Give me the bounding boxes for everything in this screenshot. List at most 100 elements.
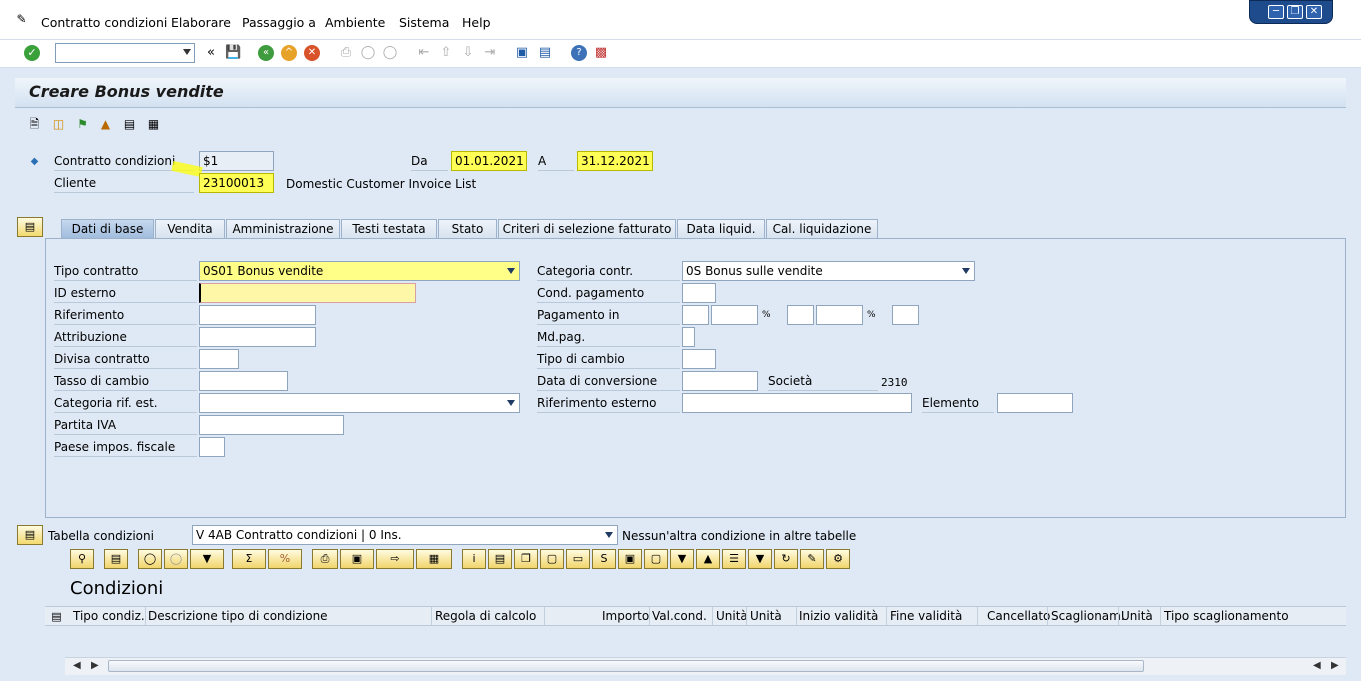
expand-conditions-button[interactable]: ▤: [17, 525, 43, 545]
scrollbar-thumb[interactable]: [108, 660, 1144, 672]
tab-testi-testata[interactable]: Testi testata: [341, 219, 437, 239]
restore-icon[interactable]: ❐: [1287, 5, 1303, 19]
shortcut-icon[interactable]: ▤: [537, 45, 553, 61]
find-icon[interactable]: ◯: [138, 549, 162, 569]
to-date-field[interactable]: 31.12.2021: [577, 151, 653, 171]
select-all-icon[interactable]: ▣: [618, 549, 642, 569]
scroll-left-end-icon[interactable]: ◀: [1313, 660, 1321, 671]
col-importo[interactable]: Importo: [602, 609, 649, 623]
help-icon[interactable]: ?: [571, 45, 587, 61]
layout-icon[interactable]: ▦: [416, 549, 452, 569]
col-fine-validita[interactable]: Fine validità: [890, 609, 962, 623]
sort-descending-icon[interactable]: ▼: [670, 549, 694, 569]
external-id-field[interactable]: [199, 283, 416, 303]
chevron-down-icon[interactable]: [605, 532, 613, 538]
payment-in-percent-2[interactable]: [816, 305, 863, 325]
customize-layout-icon[interactable]: ▩: [593, 45, 609, 61]
rate-type-field[interactable]: [682, 349, 716, 369]
export-icon[interactable]: ⇨: [376, 549, 414, 569]
chevron-down-icon[interactable]: [507, 400, 515, 406]
next-page-icon[interactable]: ⇩: [460, 45, 476, 61]
close-icon[interactable]: ✕: [1306, 5, 1322, 19]
align-icon[interactable]: ☰: [722, 549, 746, 569]
payment-in-percent-1[interactable]: [711, 305, 758, 325]
tab-dati-di-base[interactable]: Dati di base: [61, 219, 154, 239]
select-all-rows-icon[interactable]: ▤: [49, 609, 64, 624]
find-next-icon[interactable]: ◯: [164, 549, 188, 569]
payment-terms-field[interactable]: [682, 283, 716, 303]
refresh-icon[interactable]: ↻: [774, 549, 798, 569]
currency-field[interactable]: [199, 349, 239, 369]
edit-icon[interactable]: ✎: [800, 549, 824, 569]
col-unita-3[interactable]: Unità: [1121, 609, 1153, 623]
command-field[interactable]: [55, 43, 195, 63]
payment-in-days-3[interactable]: [892, 305, 919, 325]
previous-page-icon[interactable]: ⇧: [438, 45, 454, 61]
conditions-table-select[interactable]: V 4AB Contratto condizioni | 0 Ins.: [192, 525, 618, 545]
col-unita-2[interactable]: Unità: [750, 609, 782, 623]
menu-help[interactable]: Help: [462, 15, 491, 30]
col-val-cond[interactable]: Val.cond.: [652, 609, 707, 623]
menu-ambiente[interactable]: Ambiente: [325, 15, 385, 30]
contract-type-select[interactable]: 0S01 Bonus vendite: [199, 261, 520, 281]
col-tipo-condiz[interactable]: Tipo condiz.: [73, 609, 145, 623]
minimize-icon[interactable]: ─: [1268, 5, 1284, 19]
tab-stato[interactable]: Stato: [438, 219, 497, 239]
tab-cal-liquidazione[interactable]: Cal. liquidazione: [766, 219, 878, 239]
collapse-icon[interactable]: «: [203, 45, 219, 61]
chevron-down-icon[interactable]: [962, 268, 970, 274]
first-page-icon[interactable]: ⇤: [416, 45, 432, 61]
exchange-rate-field[interactable]: [199, 371, 288, 391]
config-icon[interactable]: ⚙: [826, 549, 850, 569]
vat-field[interactable]: [199, 415, 344, 435]
copy-row-icon[interactable]: ❐: [514, 549, 538, 569]
menu-passaggio-a[interactable]: Passaggio a: [242, 15, 316, 30]
settlement-material-icon[interactable]: ▤: [104, 549, 128, 569]
col-descrizione[interactable]: Descrizione tipo di condizione: [148, 609, 328, 623]
print-icon[interactable]: ⎙: [312, 549, 338, 569]
expand-header-button[interactable]: ▤: [17, 217, 43, 237]
filter-list-icon[interactable]: ▼: [748, 549, 772, 569]
tab-data-liquid[interactable]: Data liquid.: [677, 219, 765, 239]
find-next-icon[interactable]: ◯: [382, 45, 398, 61]
customer-field[interactable]: 23100013: [199, 173, 274, 193]
tax-country-field[interactable]: [199, 437, 225, 457]
chevron-down-icon[interactable]: [183, 49, 191, 55]
tab-criteri-selezione[interactable]: Criteri di selezione fatturato: [498, 219, 676, 239]
payment-method-field[interactable]: [682, 327, 695, 347]
conversion-date-field[interactable]: [682, 371, 758, 391]
menu-contratto-condizioni[interactable]: Contratto condizioni: [41, 15, 167, 30]
enter-icon[interactable]: ✓: [24, 45, 40, 61]
contract-category-select[interactable]: 0S Bonus sulle vendite: [682, 261, 975, 281]
list-icon[interactable]: ▤: [122, 117, 137, 132]
last-page-icon[interactable]: ⇥: [482, 45, 498, 61]
duplicate-icon[interactable]: ▢: [540, 549, 564, 569]
cancel-icon[interactable]: ✕: [304, 45, 320, 61]
new-document-icon[interactable]: 🗎: [27, 117, 42, 132]
payment-in-days-2[interactable]: [787, 305, 814, 325]
tab-vendita[interactable]: Vendita: [155, 219, 225, 239]
scroll-right-end-icon[interactable]: ▶: [1331, 660, 1339, 671]
info-icon[interactable]: i: [462, 549, 486, 569]
filter-icon[interactable]: ▼: [190, 549, 224, 569]
print-icon[interactable]: ⎙: [338, 45, 354, 61]
back-icon[interactable]: «: [258, 45, 274, 61]
delete-row-icon[interactable]: ▭: [566, 549, 590, 569]
details-icon[interactable]: ⚲: [70, 549, 94, 569]
menu-edit-icon[interactable]: ✎: [14, 12, 29, 27]
ext-ref-category-select[interactable]: [199, 393, 520, 413]
scale-icon[interactable]: S: [592, 549, 616, 569]
element-field[interactable]: [997, 393, 1073, 413]
hierarchy-icon[interactable]: ▲: [98, 117, 113, 132]
flag-icon[interactable]: ⚑: [75, 117, 90, 132]
contract-field[interactable]: $1: [199, 151, 274, 171]
sort-ascending-icon[interactable]: ▲: [696, 549, 720, 569]
find-icon[interactable]: ◯: [360, 45, 376, 61]
views-icon[interactable]: ▣: [340, 549, 374, 569]
new-session-icon[interactable]: ▣: [514, 45, 530, 61]
scroll-right-icon[interactable]: ▶: [91, 660, 99, 671]
col-scaglionam[interactable]: Scaglionam.: [1051, 609, 1125, 623]
sum-icon[interactable]: Σ: [232, 549, 266, 569]
chevron-down-icon[interactable]: [507, 268, 515, 274]
deselect-all-icon[interactable]: ▢: [644, 549, 668, 569]
